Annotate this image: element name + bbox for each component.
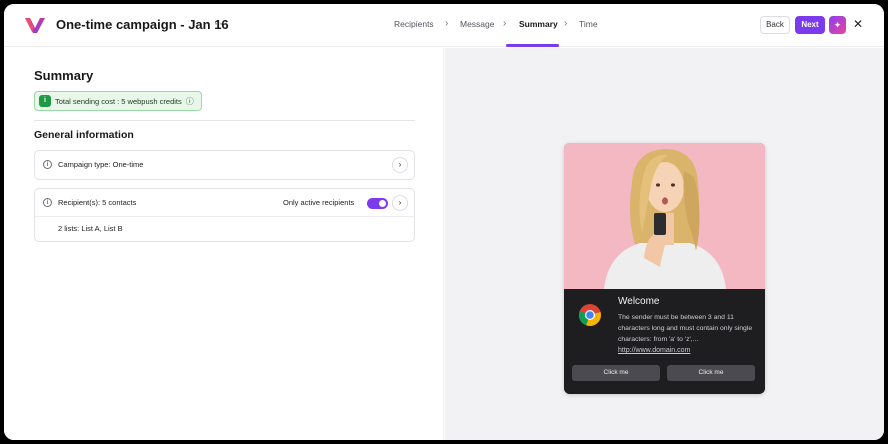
summary-panel: Summary i Total sending cost : 5 webpush…	[4, 48, 444, 440]
step-time[interactable]: Time	[579, 19, 598, 29]
step-summary[interactable]: Summary	[519, 19, 558, 29]
webpush-preview: Welcome The sender must be between 3 and…	[564, 143, 765, 394]
ai-assistant-button[interactable]: ✦	[829, 16, 846, 34]
back-button[interactable]: Back	[760, 16, 790, 34]
campaign-type-row[interactable]: i Campaign type: One-time ›	[35, 151, 414, 179]
campaign-title: One-time campaign - Jan 16	[56, 17, 229, 32]
more-options-icon[interactable]: ···	[214, 16, 229, 30]
step-message[interactable]: Message	[460, 19, 495, 29]
chevron-right-icon: ›	[445, 18, 449, 29]
step-recipients[interactable]: Recipients	[394, 19, 434, 29]
chevron-right-icon: ›	[564, 18, 568, 29]
next-button[interactable]: Next	[795, 16, 825, 34]
info-icon: i	[43, 198, 52, 207]
summary-title: Summary	[34, 68, 94, 83]
card-divider	[35, 216, 414, 217]
chevron-right-icon: ›	[503, 18, 507, 29]
notification-button-2[interactable]: Click me	[667, 365, 755, 381]
toggle-knob	[379, 200, 386, 207]
chevron-right-icon[interactable]: ›	[392, 157, 408, 173]
recipients-card: i Recipient(s): 5 contacts Only active r…	[34, 188, 415, 242]
campaign-type-label: Campaign type: One-time	[58, 160, 144, 169]
recipients-label: Recipient(s): 5 contacts	[58, 198, 137, 207]
divider	[34, 120, 415, 121]
notification-link[interactable]: http://www.domain.com	[618, 347, 690, 354]
chrome-icon	[578, 304, 601, 327]
notification-text: The sender must be between 3 and 11 char…	[618, 314, 753, 343]
general-info-title: General information	[34, 129, 134, 141]
info-icon: i	[43, 160, 52, 169]
cost-icon: i	[39, 95, 51, 107]
notification-body: Welcome The sender must be between 3 and…	[564, 289, 765, 394]
campaign-type-card[interactable]: i Campaign type: One-time ›	[34, 150, 415, 180]
preview-panel: Welcome The sender must be between 3 and…	[445, 48, 884, 440]
info-icon[interactable]: ⓘ	[186, 96, 194, 107]
cost-badge: i Total sending cost : 5 webpush credits…	[34, 91, 202, 111]
woman-with-phone-image	[564, 143, 765, 289]
notification-image	[564, 143, 765, 289]
lists-label: 2 lists: List A, List B	[58, 224, 123, 233]
cost-text: Total sending cost : 5 webpush credits	[55, 96, 182, 106]
notification-title: Welcome	[618, 296, 660, 307]
recipients-row[interactable]: i Recipient(s): 5 contacts Only active r…	[35, 189, 414, 217]
chevron-right-icon[interactable]: ›	[392, 195, 408, 211]
app-window: One-time campaign - Jan 16 ··· Recipient…	[4, 4, 884, 440]
only-active-toggle[interactable]	[367, 198, 388, 209]
close-icon[interactable]: ✕	[853, 17, 863, 31]
only-active-label: Only active recipients	[283, 198, 355, 207]
brand-logo-icon	[25, 18, 45, 33]
notification-button-1[interactable]: Click me	[572, 365, 660, 381]
header: One-time campaign - Jan 16 ··· Recipient…	[4, 4, 884, 47]
active-step-indicator	[506, 44, 559, 47]
